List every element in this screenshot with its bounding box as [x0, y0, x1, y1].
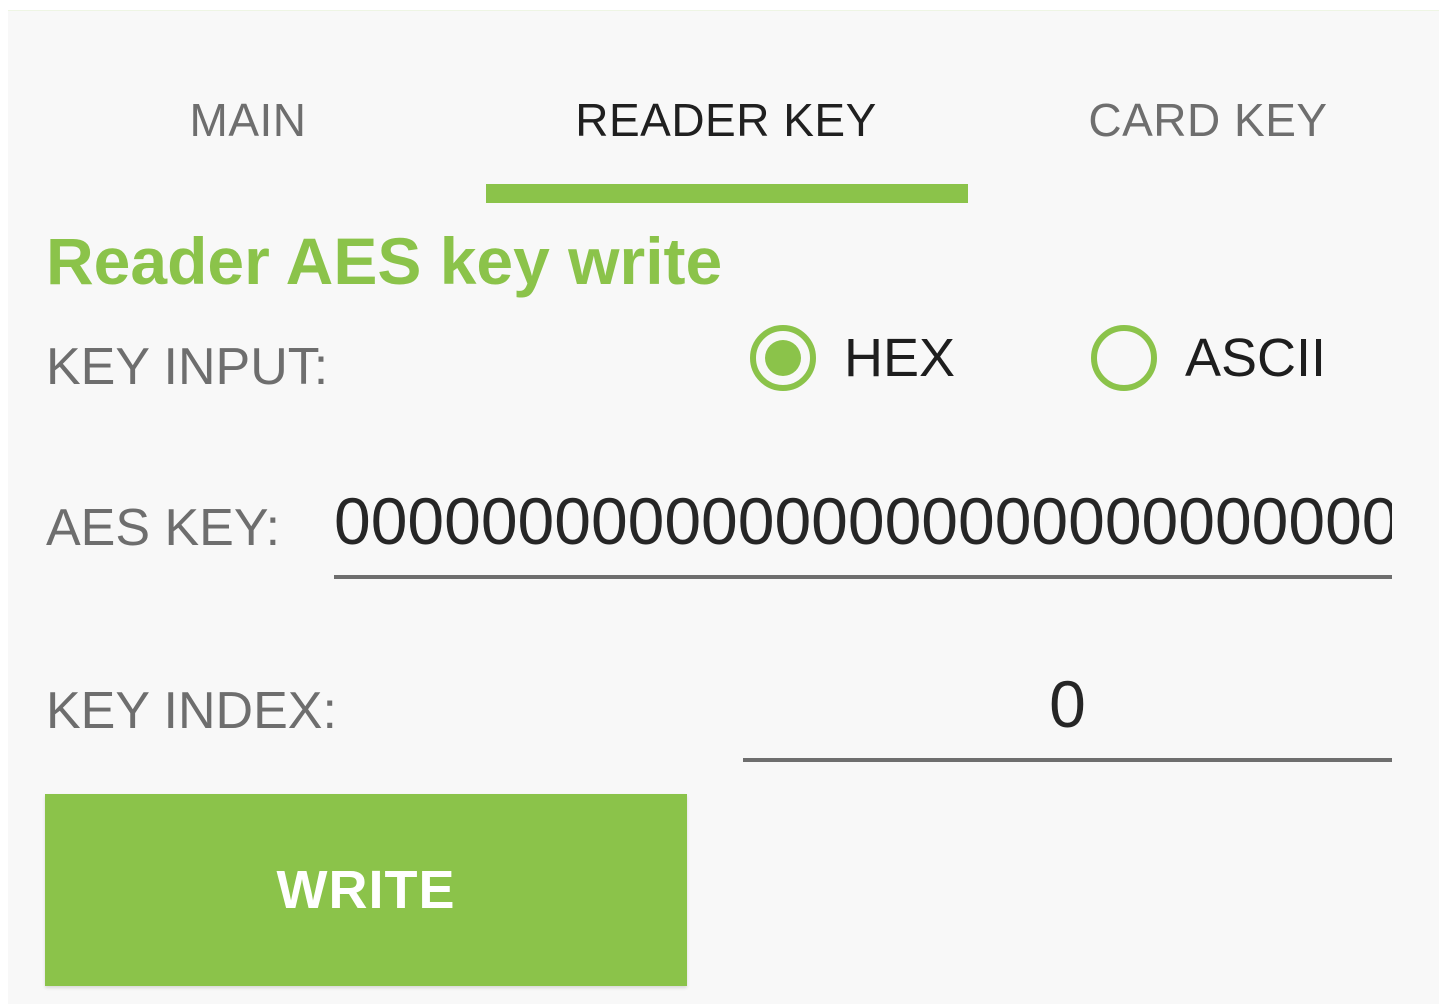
key-index-input[interactable]: 0: [743, 659, 1392, 762]
hex-radio-label: HEX: [844, 328, 956, 388]
active-tab-indicator: [486, 184, 968, 203]
radio-unselected-icon[interactable]: [1091, 325, 1157, 391]
radio-dot-icon: [765, 340, 801, 376]
aes-key-input[interactable]: 00000000000000000000000000000000: [334, 479, 1392, 579]
key-input-label: KEY INPUT:: [46, 338, 329, 396]
ascii-radio-option[interactable]: ASCII: [1091, 325, 1326, 391]
tab-main[interactable]: MAIN: [8, 93, 488, 147]
aes-key-label: AES KEY:: [46, 499, 281, 557]
hex-radio-option[interactable]: HEX: [750, 325, 955, 391]
reader-key-screen: MAIN READER KEY CARD KEY Reader AES key …: [8, 10, 1439, 1004]
key-index-label: KEY INDEX:: [46, 682, 337, 740]
ascii-radio-label: ASCII: [1185, 328, 1327, 388]
section-title: Reader AES key write: [46, 224, 723, 298]
tab-card-key[interactable]: CARD KEY: [968, 93, 1439, 147]
write-button[interactable]: WRITE: [45, 794, 687, 986]
radio-selected-icon[interactable]: [750, 325, 816, 391]
tab-reader-key[interactable]: READER KEY: [486, 93, 966, 147]
